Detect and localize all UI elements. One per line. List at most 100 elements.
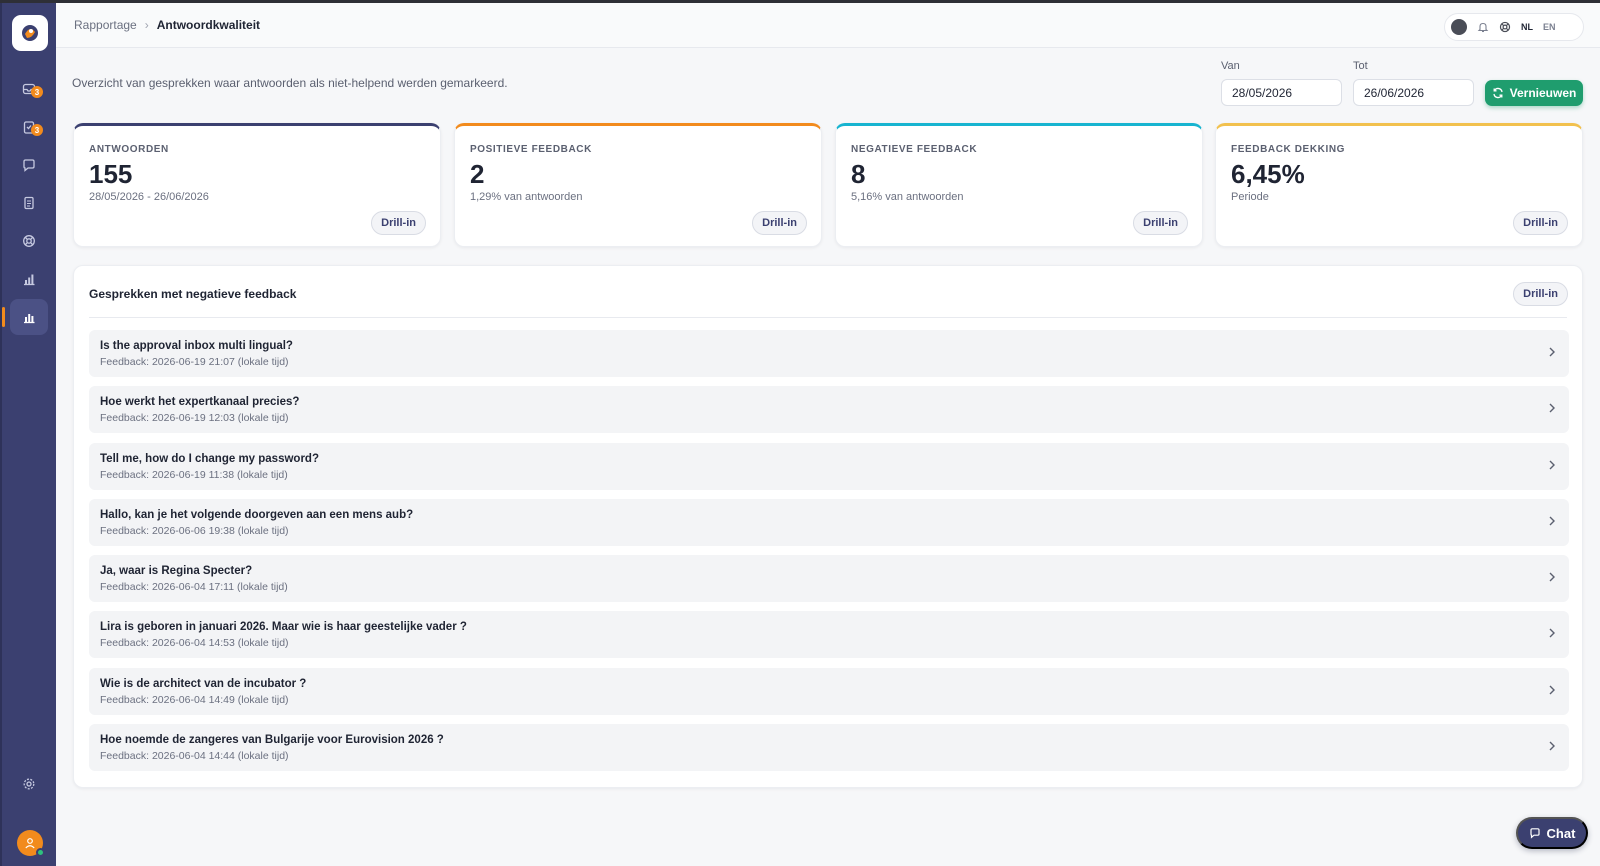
conversation-question: Ja, waar is Regina Specter? <box>100 565 253 578</box>
stat-card-label: FEEDBACK DEKKING <box>1231 144 1346 155</box>
list-item[interactable]: Hoe werkt het expertkanaal precies? Feedb… <box>89 386 1569 434</box>
lifebuoy-icon <box>23 235 35 247</box>
list-item[interactable]: Hallo, kan je het volgende doorgeven aan… <box>89 498 1569 546</box>
panel-divider <box>89 317 1567 318</box>
conversation-feedback-time: Feedback: 2026-06-06 19:38 (lokale tijd) <box>100 524 289 537</box>
negative-feedback-panel: Gesprekken met negatieve feedback Drill-… <box>73 265 1583 788</box>
drill-in-button[interactable]: Drill-in <box>1133 211 1188 235</box>
chevron-right-icon <box>1549 572 1555 582</box>
language-en[interactable]: EN <box>1543 22 1556 32</box>
conversation-question: Hoe noemde de zangeres van Bulgarije voo… <box>100 734 444 747</box>
theme-toggle-icon[interactable] <box>1451 19 1467 35</box>
sidebar-item-inbox[interactable]: 3 <box>10 71 48 107</box>
document-icon <box>24 196 34 210</box>
list-item[interactable]: Ja, waar is Regina Specter? Feedback: 202… <box>89 555 1569 603</box>
breadcrumb-parent[interactable]: Rapportage <box>74 18 137 32</box>
chevron-right-icon <box>1549 516 1555 526</box>
conversation-question: Is the approval inbox multi lingual? <box>100 340 293 352</box>
drill-in-button[interactable]: Drill-in <box>371 211 426 235</box>
sidebar-item-conversations[interactable] <box>10 147 48 183</box>
language-nl[interactable]: NL <box>1521 22 1533 32</box>
refresh-label: Vernieuwen <box>1509 86 1577 100</box>
sidebar-item-support[interactable] <box>10 223 48 259</box>
stat-card-label: ANTWOORDEN <box>89 144 169 155</box>
analytics-icon <box>24 274 35 286</box>
to-date-input[interactable] <box>1353 79 1474 106</box>
sidebar-item-documents[interactable] <box>10 185 48 221</box>
chat-bubble-icon <box>23 159 35 172</box>
panel-drill-in-button[interactable]: Drill-in <box>1513 282 1568 306</box>
stat-card-answers: ANTWOORDEN 155 28/05/2026 - 26/06/2026 D… <box>73 123 441 247</box>
chat-label: Chat <box>1546 825 1576 841</box>
from-date-label: Van <box>1221 60 1240 72</box>
chevron-right-icon <box>1549 460 1555 470</box>
chat-button[interactable]: Chat <box>1516 817 1588 849</box>
user-icon <box>25 838 35 849</box>
gear-icon <box>23 778 35 790</box>
conversation-question: Wie is de architect van de incubator ? <box>100 677 307 690</box>
refresh-icon <box>1492 87 1503 99</box>
stat-card-value: 6,45% <box>1231 159 1305 189</box>
header-toolbar: NL EN <box>1444 13 1584 41</box>
panel-title: Gesprekken met negatieve feedback <box>89 287 297 301</box>
conversation-feedback-time: Feedback: 2026-06-04 17:11 (lokale tijd) <box>100 581 288 594</box>
list-item[interactable]: Wie is de architect van de incubator ? Fe… <box>89 667 1569 715</box>
from-date-input[interactable] <box>1221 79 1342 106</box>
drill-in-button[interactable]: Drill-in <box>752 211 807 235</box>
sidebar-item-settings[interactable] <box>10 766 48 802</box>
stat-card-subtitle: 5,16% van antwoorden <box>851 191 964 203</box>
breadcrumb-current: Antwoordkwaliteit <box>156 18 261 32</box>
chat-icon <box>1529 828 1540 839</box>
logo-icon <box>22 25 38 41</box>
breadcrumb-separator-icon: › <box>144 18 149 32</box>
list-item[interactable]: Is the approval inbox multi lingual? Feed… <box>89 330 1569 377</box>
conversation-question: Lira is geboren in januari 2026. Maar wi… <box>100 621 467 634</box>
list-item[interactable]: Tell me, how do I change my password? Fee… <box>89 442 1569 490</box>
online-status-dot <box>36 848 45 857</box>
stat-card-positive-feedback: POSITIEVE FEEDBACK 2 1,29% van antwoorde… <box>454 123 822 247</box>
stat-card-value: 2 <box>470 159 485 189</box>
drill-in-button[interactable]: Drill-in <box>1513 211 1568 235</box>
chevron-right-icon <box>1549 347 1555 357</box>
sidebar-item-reports[interactable] <box>2 299 48 335</box>
breadcrumb: Rapportage › Antwoordkwaliteit <box>74 18 260 32</box>
conversation-feedback-time: Feedback: 2026-06-19 12:03 (lokale tijd) <box>100 412 289 425</box>
user-avatar[interactable] <box>17 830 45 857</box>
bar-chart-icon <box>24 314 35 324</box>
page-description: Overzicht van gesprekken waar antwoorden… <box>72 76 508 90</box>
conversation-question: Tell me, how do I change my password? <box>100 452 319 465</box>
stat-card-value: 155 <box>89 159 133 189</box>
stat-card-subtitle: 28/05/2026 - 26/06/2026 <box>89 191 209 203</box>
conversation-feedback-time: Feedback: 2026-06-04 14:49 (lokale tijd) <box>100 693 289 706</box>
top-header: Rapportage › Antwoordkwaliteit NL EN <box>56 3 1600 48</box>
conversation-list: Is the approval inbox multi lingual? Feed… <box>89 330 1569 780</box>
chevron-right-icon <box>1549 741 1555 751</box>
conversation-feedback-time: Feedback: 2026-06-19 21:07 (lokale tijd) <box>100 356 289 368</box>
stat-card-negative-feedback: NEGATIEVE FEEDBACK 8 5,16% van antwoorde… <box>835 123 1203 247</box>
stat-card-label: NEGATIEVE FEEDBACK <box>851 144 978 155</box>
app-logo[interactable] <box>12 15 48 51</box>
stat-card-feedback-coverage: FEEDBACK DEKKING 6,45% Periode Drill-in <box>1215 123 1583 247</box>
sidebar: 3 3 <box>0 3 56 866</box>
list-item[interactable]: Lira is geboren in januari 2026. Maar wi… <box>89 611 1569 659</box>
chevron-right-icon <box>1549 685 1555 695</box>
conversation-feedback-time: Feedback: 2026-06-04 14:44 (lokale tijd) <box>100 750 289 763</box>
inbox-badge: 3 <box>31 86 43 98</box>
stat-card-value: 8 <box>851 159 866 189</box>
help-lifebuoy-icon[interactable] <box>1499 21 1511 33</box>
to-date-label: Tot <box>1353 60 1368 72</box>
stat-card-subtitle: Periode <box>1231 191 1269 203</box>
sidebar-item-approvals[interactable]: 3 <box>10 109 48 145</box>
chevron-right-icon <box>1549 403 1555 413</box>
stat-card-subtitle: 1,29% van antwoorden <box>470 191 583 203</box>
conversation-feedback-time: Feedback: 2026-06-04 14:53 (lokale tijd) <box>100 637 289 650</box>
sidebar-item-analytics[interactable] <box>10 261 48 297</box>
bell-icon[interactable] <box>1477 21 1489 33</box>
chevron-right-icon <box>1549 628 1555 638</box>
list-item[interactable]: Hoe noemde de zangeres van Bulgarije voo… <box>89 724 1569 772</box>
conversation-question: Hoe werkt het expertkanaal precies? <box>100 396 300 409</box>
stat-card-label: POSITIEVE FEEDBACK <box>470 144 592 155</box>
conversation-question: Hallo, kan je het volgende doorgeven aan… <box>100 508 414 521</box>
conversation-feedback-time: Feedback: 2026-06-19 11:38 (lokale tijd) <box>100 468 288 481</box>
refresh-button[interactable]: Vernieuwen <box>1485 80 1583 106</box>
